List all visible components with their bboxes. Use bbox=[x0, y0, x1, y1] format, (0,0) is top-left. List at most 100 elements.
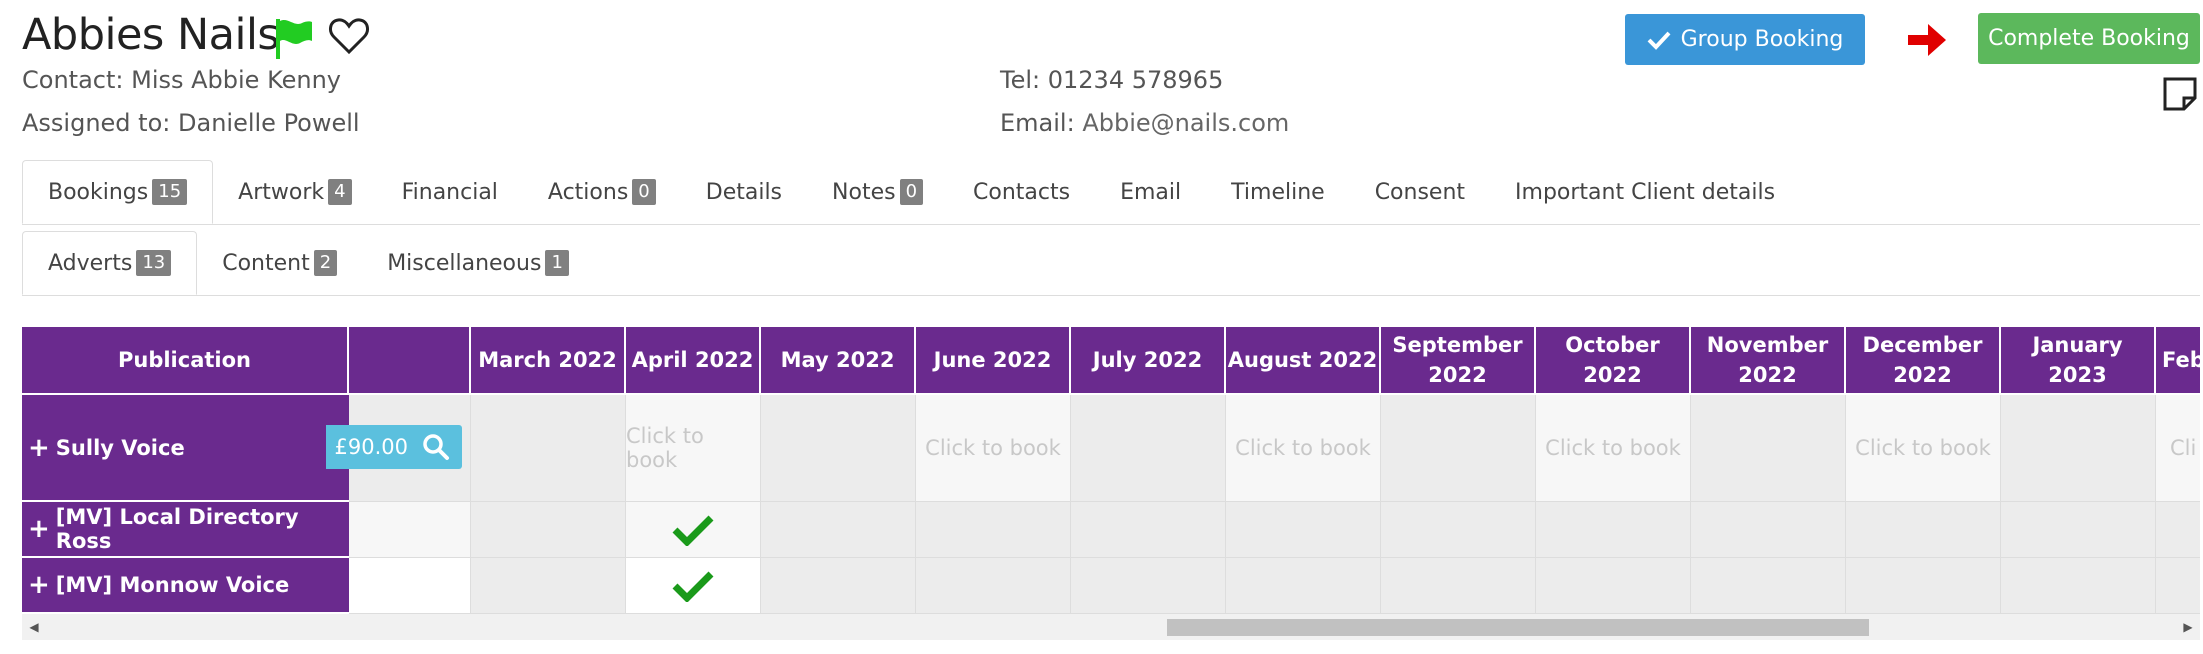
scrollbar-thumb[interactable] bbox=[1167, 619, 1869, 636]
month-header: May 2022 bbox=[761, 327, 916, 395]
grid-cell[interactable] bbox=[1381, 558, 1536, 614]
tab-consent[interactable]: Consent bbox=[1350, 160, 1490, 224]
month-header: September 2022 bbox=[1381, 327, 1536, 395]
publication-row-monnow-voice[interactable]: + [MV] Monnow Voice bbox=[22, 558, 349, 614]
tab-badge: 15 bbox=[152, 179, 188, 205]
blank-header bbox=[349, 327, 471, 395]
tel-label: Tel: bbox=[1000, 66, 1041, 94]
grid-cell[interactable] bbox=[1536, 502, 1691, 558]
tab-badge: 2 bbox=[313, 250, 338, 276]
grid-cell bbox=[349, 558, 471, 614]
heart-icon[interactable] bbox=[328, 16, 370, 56]
click-to-book-cell[interactable]: Click to book bbox=[626, 395, 761, 502]
tab-label: Details bbox=[705, 179, 783, 205]
tab-label: Artwork bbox=[238, 179, 325, 205]
grid-cell[interactable] bbox=[1691, 502, 1846, 558]
month-header: August 2022 bbox=[1226, 327, 1381, 395]
tab-label: Miscellaneous bbox=[387, 250, 542, 276]
grid-cell bbox=[349, 502, 471, 558]
grid-cell[interactable] bbox=[2001, 558, 2156, 614]
grid-cell[interactable] bbox=[916, 502, 1071, 558]
tab-label: Contacts bbox=[973, 179, 1071, 205]
sub-tabs: Adverts 13 Content 2 Miscellaneous 1 bbox=[22, 231, 2200, 296]
grid-cell[interactable] bbox=[1226, 558, 1381, 614]
tab-label: Actions bbox=[547, 179, 629, 205]
grid-cell[interactable] bbox=[2001, 502, 2156, 558]
expand-icon[interactable]: + bbox=[28, 570, 50, 600]
click-to-book-cell[interactable]: Click to book bbox=[1846, 395, 2001, 502]
main-tabs: Bookings 15 Artwork 4 Financial Actions 0 D… bbox=[22, 160, 2200, 225]
booked-cell[interactable] bbox=[626, 502, 761, 558]
tab-label: Email bbox=[1120, 179, 1182, 205]
sticky-note-icon[interactable] bbox=[2162, 76, 2198, 112]
checkmark-icon bbox=[672, 571, 714, 602]
grid-cell[interactable] bbox=[1846, 502, 2001, 558]
price-search-button[interactable]: £90.00 bbox=[326, 425, 462, 469]
group-booking-button[interactable]: Group Booking bbox=[1625, 14, 1865, 65]
tab-adverts[interactable]: Adverts 13 bbox=[22, 231, 198, 295]
grid-cell[interactable] bbox=[1381, 502, 1536, 558]
publication-row-sully-voice[interactable]: + Sully Voice bbox=[22, 395, 349, 502]
grid-cell[interactable] bbox=[761, 502, 916, 558]
client-name: Abbies Nails bbox=[22, 10, 280, 60]
tab-financial[interactable]: Financial bbox=[377, 160, 523, 224]
grid-cell[interactable] bbox=[1846, 558, 2001, 614]
click-to-book-cell[interactable]: Cli bbox=[2156, 395, 2200, 502]
publication-name: [MV] Monnow Voice bbox=[55, 573, 290, 597]
assigned-label: Assigned to: bbox=[22, 109, 171, 137]
tab-actions[interactable]: Actions 0 bbox=[523, 160, 681, 224]
grid-cell[interactable] bbox=[2001, 395, 2156, 502]
publication-row-local-directory-ross[interactable]: + [MV] Local Directory Ross bbox=[22, 502, 349, 558]
grid-cell[interactable] bbox=[1071, 395, 1226, 502]
grid-cell[interactable] bbox=[471, 395, 626, 502]
flag-icon[interactable] bbox=[274, 17, 314, 61]
booking-grid: Publication March 2022 April 2022 May 20… bbox=[22, 327, 2200, 614]
horizontal-scrollbar[interactable]: ◀ ▶ bbox=[22, 614, 2200, 640]
grid-cell[interactable] bbox=[761, 558, 916, 614]
grid-cell[interactable] bbox=[1381, 395, 1536, 502]
grid-cell[interactable] bbox=[1691, 395, 1846, 502]
publication-header: Publication bbox=[22, 327, 349, 395]
tab-badge: 1 bbox=[545, 250, 569, 276]
grid-cell[interactable] bbox=[471, 558, 626, 614]
grid-cell[interactable] bbox=[916, 558, 1071, 614]
tab-content[interactable]: Content 2 bbox=[197, 231, 362, 295]
publication-name: [MV] Local Directory Ross bbox=[55, 505, 299, 553]
month-header: March 2022 bbox=[471, 327, 626, 395]
scroll-left-arrow-icon[interactable]: ◀ bbox=[22, 614, 46, 640]
grid-cell[interactable] bbox=[471, 502, 626, 558]
grid-cell[interactable] bbox=[1691, 558, 1846, 614]
tab-artwork[interactable]: Artwork 4 bbox=[213, 160, 376, 224]
check-icon bbox=[1647, 31, 1671, 50]
tab-email[interactable]: Email bbox=[1095, 160, 1206, 224]
tel-line: Tel: 01234 578965 bbox=[1000, 66, 1223, 94]
tab-label: Timeline bbox=[1231, 179, 1325, 205]
grid-cell[interactable] bbox=[761, 395, 916, 502]
grid-cell[interactable] bbox=[1536, 558, 1691, 614]
expand-icon[interactable]: + bbox=[28, 433, 50, 463]
email-link[interactable]: Abbie@nails.com bbox=[1082, 109, 1289, 137]
click-to-book-cell[interactable]: Click to book bbox=[1226, 395, 1381, 502]
grid-cell[interactable] bbox=[2156, 502, 2200, 558]
expand-icon[interactable]: + bbox=[28, 514, 50, 544]
tab-details[interactable]: Details bbox=[681, 160, 807, 224]
tab-contacts[interactable]: Contacts bbox=[948, 160, 1095, 224]
scroll-right-arrow-icon[interactable]: ▶ bbox=[2176, 614, 2200, 640]
grid-cell[interactable] bbox=[1071, 558, 1226, 614]
click-to-book-cell[interactable]: Click to book bbox=[1536, 395, 1691, 502]
arrow-right-icon bbox=[1908, 24, 1946, 56]
grid-cell[interactable] bbox=[2156, 558, 2200, 614]
grid-cell[interactable] bbox=[1226, 502, 1381, 558]
contact-label: Contact: bbox=[22, 66, 124, 94]
complete-booking-button[interactable]: Complete Booking bbox=[1978, 13, 2200, 64]
tab-timeline[interactable]: Timeline bbox=[1206, 160, 1350, 224]
tab-notes[interactable]: Notes 0 bbox=[807, 160, 948, 224]
grid-cell[interactable] bbox=[1071, 502, 1226, 558]
click-to-book-cell[interactable]: Click to book bbox=[916, 395, 1071, 502]
tab-important-client-details[interactable]: Important Client details bbox=[1490, 160, 1800, 224]
booked-cell[interactable] bbox=[626, 558, 761, 614]
month-header: November 2022 bbox=[1691, 327, 1846, 395]
tab-label: Financial bbox=[401, 179, 498, 205]
tab-bookings[interactable]: Bookings 15 bbox=[22, 160, 214, 224]
tab-miscellaneous[interactable]: Miscellaneous 1 bbox=[362, 231, 594, 295]
